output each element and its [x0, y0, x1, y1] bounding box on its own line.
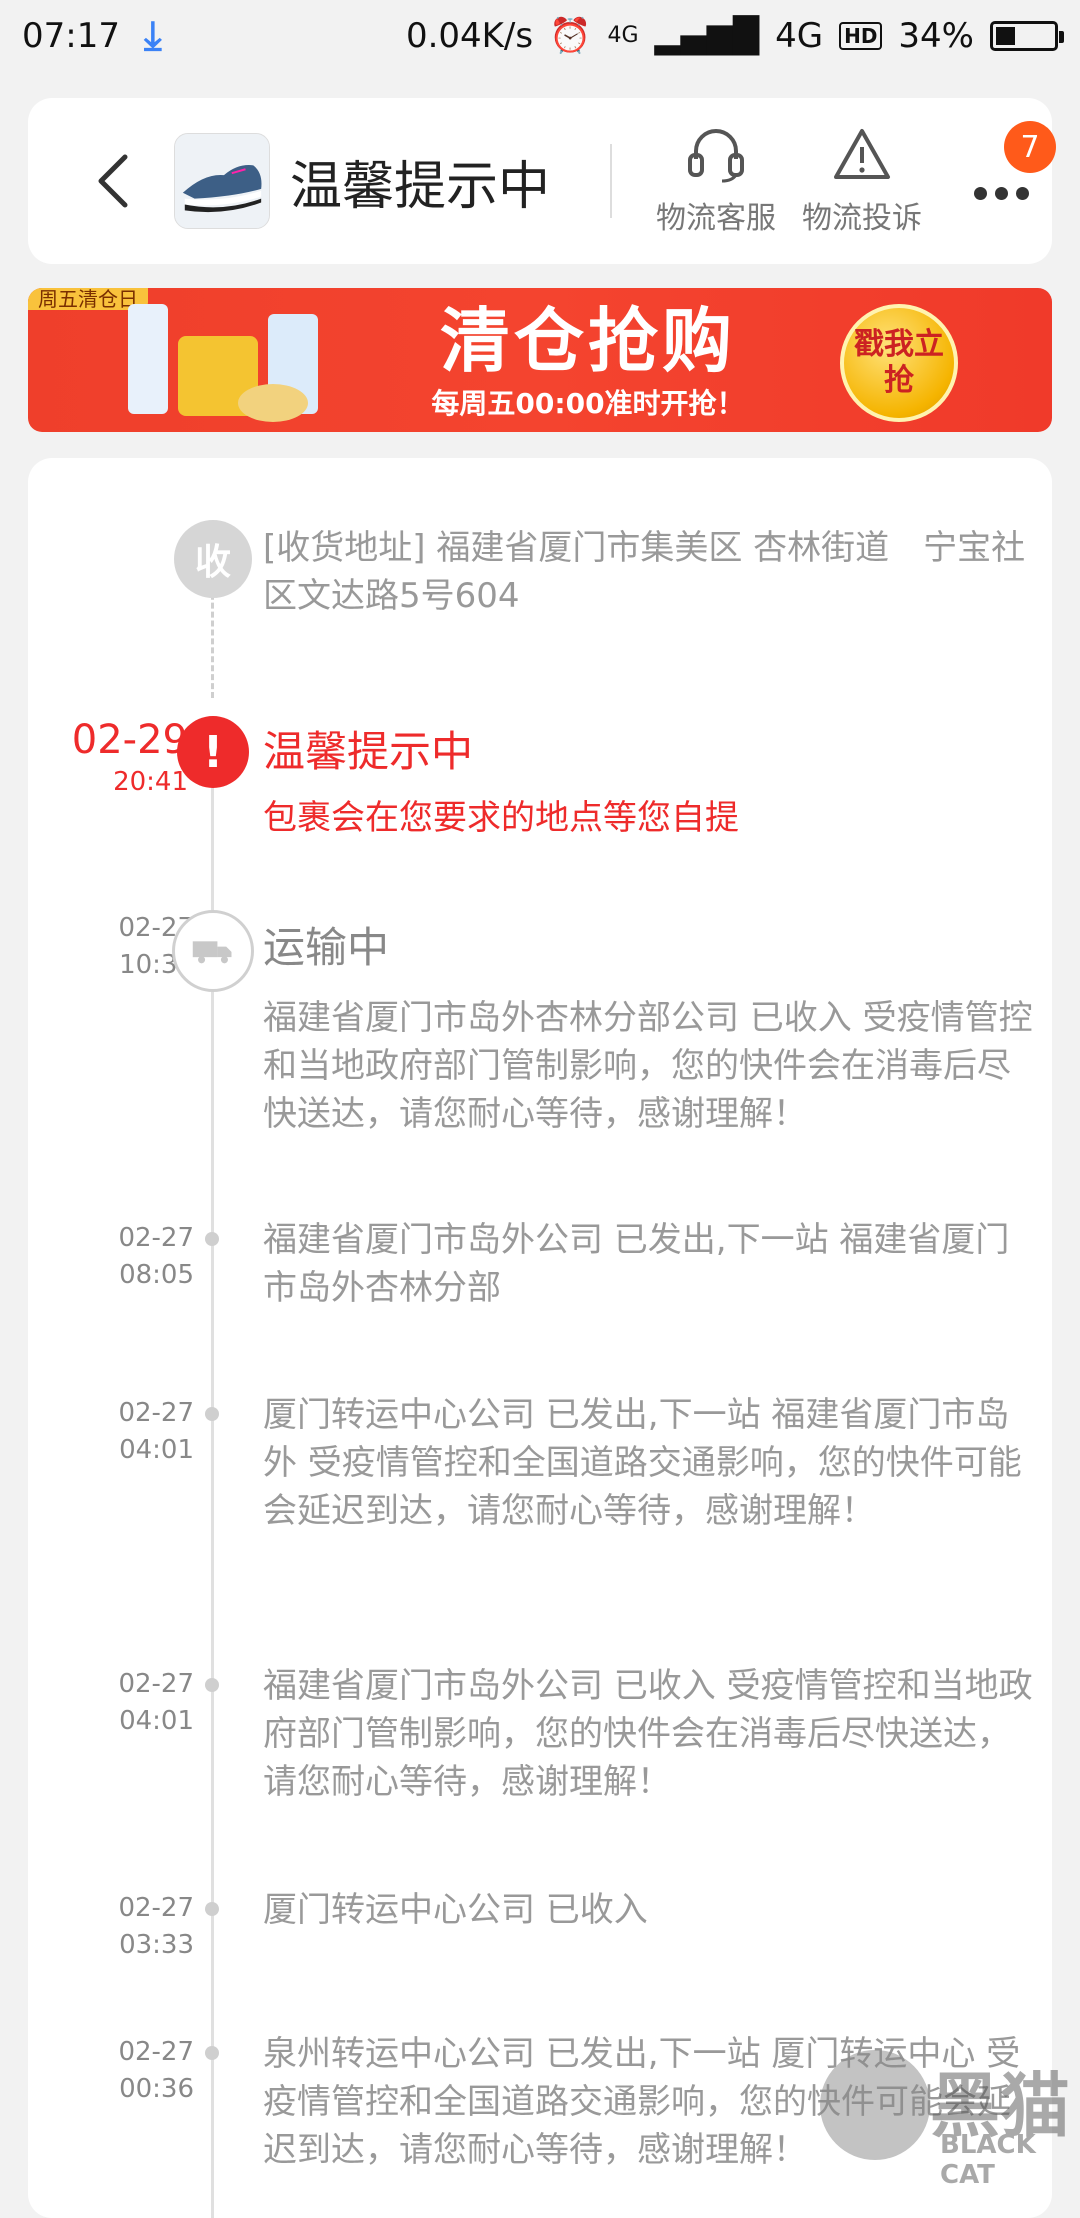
page-title: 温馨提示中	[290, 156, 551, 217]
cat-logo-icon	[820, 2050, 930, 2160]
header-card: 温馨提示中 物流客服 物流投诉 7	[28, 98, 1057, 264]
timeline-dot	[205, 1407, 219, 1421]
transit-text: 福建省厦门市岛外杏林分部公司 已收入 受疫情管控和当地政府部门管制影响，您的快件…	[263, 998, 1033, 1134]
address-marker: 收	[174, 520, 252, 598]
battery-percent: 34%	[898, 16, 974, 56]
logistics-service-label: 物流客服	[656, 201, 777, 236]
shoe-image	[175, 134, 269, 228]
event-time: 08:05	[119, 1260, 194, 1290]
back-button[interactable]	[78, 146, 148, 216]
event-date-block: 02-27 03:33	[54, 1890, 194, 1964]
more-button[interactable]: 7	[966, 121, 1057, 221]
address-text: [收货地址] 福建省厦门市集美区 杏林街道 宁宝社区文达路5号604	[263, 528, 1026, 616]
event-date-block: 02-27 00:36	[54, 2034, 194, 2108]
timeline-dot	[205, 1232, 219, 1246]
watermark-sub: BLACK CAT	[940, 2130, 1036, 2190]
banner-subline: 每周五00:00准时开抢！	[431, 387, 745, 420]
banner-products-image	[128, 296, 338, 426]
banner-cta-button[interactable]: 戳我立抢	[840, 304, 958, 422]
signal-4g-small: 4G	[607, 23, 639, 48]
event-date-block: 02-27 04:01	[54, 1395, 194, 1469]
event-time: 00:36	[119, 2074, 194, 2104]
truck-icon	[172, 910, 254, 992]
status-right: 0.04K/s ⏰ 4G ▂▄▆█ 4G HD 34%	[405, 16, 1064, 56]
event-date-block: 02-27 08:05	[54, 1220, 194, 1294]
timeline-dot	[205, 1678, 219, 1692]
current-time: 20:41	[113, 767, 188, 797]
net-speed: 0.04K/s	[405, 16, 534, 56]
transit-title: 运输中	[263, 923, 390, 972]
more-icon	[973, 186, 1029, 200]
event-text: 厦门转运中心公司 已发出,下一站 福建省厦门市岛外 受疫情管控和全国道路交通影响…	[263, 1395, 1022, 1531]
alarm-icon: ⏰	[549, 16, 592, 56]
banner-text: 清仓抢购 每周五00:00准时开抢！	[388, 300, 788, 422]
battery-fill	[996, 27, 1015, 45]
event-time: 03:33	[119, 1930, 194, 1960]
warning-icon	[834, 129, 891, 179]
header-divider	[610, 144, 613, 218]
event-date: 02-27	[118, 1669, 194, 1699]
alert-icon: !	[177, 716, 249, 788]
hd-icon: HD	[839, 22, 883, 50]
timeline-dot	[205, 1902, 219, 1916]
chevron-left-icon	[98, 154, 128, 208]
current-title: 温馨提示中	[263, 727, 474, 776]
status-time: 07:17	[22, 16, 120, 56]
event-time: 04:01	[119, 1435, 194, 1465]
logistics-complaint-button[interactable]: 物流投诉	[802, 125, 922, 237]
timeline-dot	[205, 2046, 219, 2060]
tracking-timeline-card: 收 [收货地址] 福建省厦门市集美区 杏林街道 宁宝社区文达路5号604 02-…	[28, 458, 1052, 2218]
logistics-complaint-label: 物流投诉	[802, 201, 923, 236]
battery-icon	[990, 21, 1064, 51]
event-date: 02-27	[118, 1893, 194, 1923]
current-date: 02-29	[71, 717, 188, 763]
event-date: 02-27	[118, 1398, 194, 1428]
notification-badge: 7	[1004, 121, 1057, 173]
banner-headline: 清仓抢购	[440, 300, 736, 382]
signal-bars-icon: ▂▄▆█	[654, 16, 760, 56]
headset-icon	[688, 129, 745, 183]
current-date-block: 02-29 20:41	[48, 716, 188, 801]
logistics-service-button[interactable]: 物流客服	[656, 125, 776, 237]
download-icon: ⤓	[143, 13, 162, 59]
event-date: 02-27	[118, 2037, 194, 2067]
event-text: 福建省厦门市岛外公司 已发出,下一站 福建省厦门市岛外杏林分部	[263, 1220, 1010, 1308]
event-date-block: 02-27 04:01	[54, 1666, 194, 1740]
promo-banner[interactable]: 周五清仓日 清仓抢购 每周五00:00准时开抢！ 戳我立抢	[28, 288, 1052, 432]
status-bar: 07:17 ⤓ 0.04K/s ⏰ 4G ▂▄▆█ 4G HD 34%	[0, 0, 1080, 72]
signal-4g: 4G	[775, 16, 824, 56]
event-text: 福建省厦门市岛外公司 已收入 受疫情管控和当地政府部门管制影响，您的快件会在消毒…	[263, 1666, 1033, 1802]
watermark: 黑猫 BLACK CAT	[800, 2040, 1080, 2190]
event-time: 04:01	[119, 1706, 194, 1736]
event-text: 厦门转运中心公司 已收入	[263, 1890, 648, 1930]
current-text: 包裹会在您要求的地点等您自提	[263, 798, 739, 838]
product-thumbnail[interactable]	[174, 133, 270, 229]
event-date: 02-27	[118, 1223, 194, 1253]
